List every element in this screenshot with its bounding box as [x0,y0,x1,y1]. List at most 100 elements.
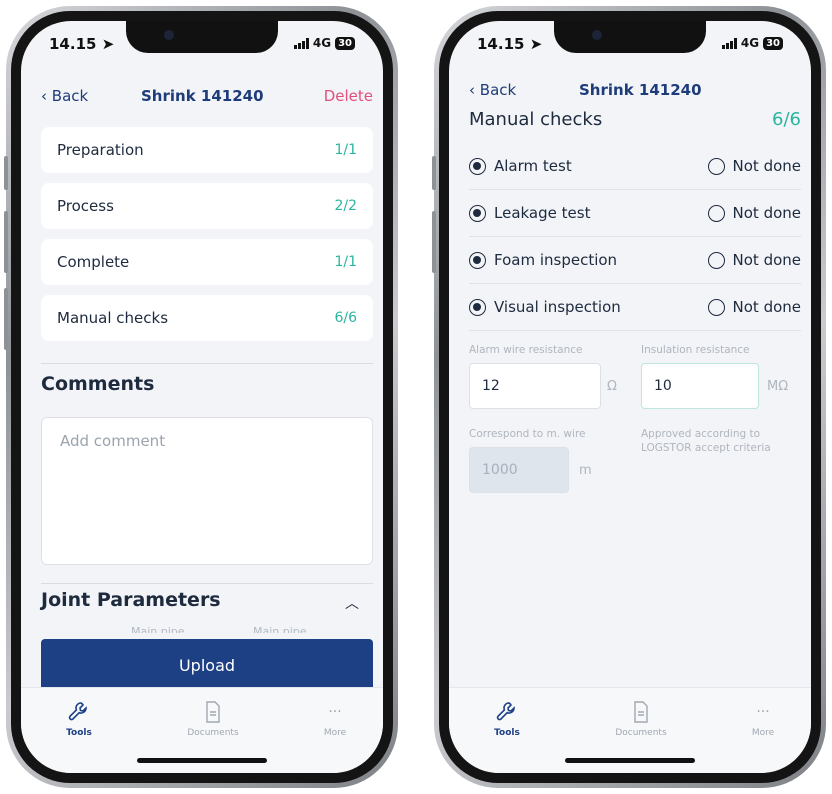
insulation-input[interactable]: 10 [641,363,759,409]
tab-label: More [323,728,347,738]
tab-label: Tools [66,728,92,738]
divider [41,363,373,364]
meter-unit: m [579,463,592,478]
check-row-foam-inspection: Foam inspection Not done [469,237,801,284]
status-right: 4G 30 [293,36,355,50]
more-icon: ··· [328,704,342,720]
radio-empty-icon [707,251,725,269]
comment-input[interactable]: Add comment [41,417,373,565]
section-manual-checks[interactable]: Manual checks 6/6 [41,295,373,341]
radio-option-not-done[interactable]: Not done [707,204,801,222]
wrench-icon [68,702,87,721]
section-preparation[interactable]: Preparation 1/1 [41,127,373,173]
tab-documents[interactable]: Documents [173,700,253,738]
radio-option-done[interactable]: Leakage test [469,204,590,222]
tasks-screen: 14.15 ➤ 4G 30 ‹ Back Shrink 141240 Delet… [21,21,383,773]
chevron-left-icon: ‹ [469,81,480,99]
tab-label: More [751,728,775,738]
camera [164,30,174,40]
chevron-left-icon: ‹ [41,87,52,105]
chevron-up-icon[interactable]: ︿ [345,593,359,613]
radio-empty-icon [707,204,725,222]
back-button[interactable]: ‹ Back [41,87,88,105]
radio-empty-icon [707,157,725,175]
correspond-input: 1000 [469,447,569,493]
network-label: 4G [312,36,332,50]
section-process[interactable]: Process 2/2 [41,183,373,229]
document-icon [634,701,648,723]
radio-option-not-done[interactable]: Not done [707,157,801,175]
manual-checks-header: Manual checks 6/6 [469,109,801,130]
nav-bar: ‹ Back Shrink 141240 Delete [21,83,383,113]
signal-icon [293,37,309,49]
camera [592,30,602,40]
radio-selected-icon [469,251,486,269]
network-label: 4G [740,36,760,50]
time-text: 14.15 [49,35,97,53]
section-label: Process [57,197,114,215]
delete-button[interactable]: Delete [324,87,373,105]
radio-option-not-done[interactable]: Not done [707,298,801,316]
document-icon [206,701,220,723]
phone-body: 14.15 ➤ 4G 30 ‹ Back Shrink 141240 Manua… [439,11,821,783]
section-count: 1/1 [334,142,357,158]
home-indicator [565,758,695,763]
tab-label: Documents [187,728,239,738]
alarm-wire-input[interactable]: 12 [469,363,601,409]
battery-icon: 30 [335,36,355,50]
right-phone-frame: 14.15 ➤ 4G 30 ‹ Back Shrink 141240 Manua… [432,6,826,788]
left-phone-frame: 14.15 ➤ 4G 30 ‹ Back Shrink 141240 Delet… [4,6,398,788]
check-row-alarm-test: Alarm test Not done [469,143,801,190]
battery-icon: 30 [763,36,783,50]
manual-checks-screen: 14.15 ➤ 4G 30 ‹ Back Shrink 141240 Manua… [449,21,811,773]
signal-icon [721,37,737,49]
upload-button[interactable]: Upload [41,639,373,691]
radio-option-not-done[interactable]: Not done [707,251,801,269]
section-count: 6/6 [334,310,357,326]
section-label: Manual checks [57,309,169,327]
status-time: 14.15 ➤ [49,35,114,53]
check-row-visual-inspection: Visual inspection Not done [469,284,801,331]
tab-documents[interactable]: Documents [601,700,681,738]
volume-down-button [4,288,8,350]
more-icon: ··· [756,704,770,720]
section-count: 2/2 [334,198,357,214]
radio-selected-icon [469,298,486,316]
tab-tools[interactable]: Tools [467,700,547,738]
section-count: 1/1 [334,254,357,270]
divider [41,583,373,584]
tab-label: Tools [494,728,520,738]
status-time: 14.15 ➤ [477,35,542,53]
radio-option-done[interactable]: Visual inspection [469,298,621,316]
home-indicator [137,758,267,763]
status-right: 4G 30 [721,36,783,50]
check-label: Leakage test [494,204,591,222]
joint-parameters-heading: Joint Parameters [41,589,221,611]
section-complete[interactable]: Complete 1/1 [41,239,373,285]
tab-more[interactable]: ··· More [723,700,803,738]
correspond-label: Correspond to m. wire [469,428,586,440]
radio-selected-icon [469,157,486,175]
check-label: Foam inspection [494,251,618,269]
approved-line-2: LOGSTOR accept criteria [641,442,771,454]
location-arrow-icon: ➤ [529,35,543,53]
nav-bar: ‹ Back Shrink 141240 [449,77,811,107]
back-button[interactable]: ‹ Back [469,81,516,99]
mute-switch [4,156,8,190]
alarm-wire-label: Alarm wire resistance [469,344,583,356]
back-label: Back [51,87,89,105]
not-done-label: Not done [732,298,801,316]
tab-tools[interactable]: Tools [39,700,119,738]
check-row-leakage-test: Leakage test Not done [469,190,801,237]
time-text: 14.15 [477,35,525,53]
tab-more[interactable]: ··· More [295,700,375,738]
ohm-unit: Ω [607,379,617,394]
megaohm-unit: MΩ [767,379,789,394]
notch [126,21,278,53]
back-label: Back [479,81,517,99]
phone-body: 14.15 ➤ 4G 30 ‹ Back Shrink 141240 Delet… [11,11,393,783]
radio-option-done[interactable]: Alarm test [469,157,572,175]
manual-checks-count: 6/6 [772,109,801,130]
radio-option-done[interactable]: Foam inspection [469,251,617,269]
wrench-icon [496,702,515,721]
